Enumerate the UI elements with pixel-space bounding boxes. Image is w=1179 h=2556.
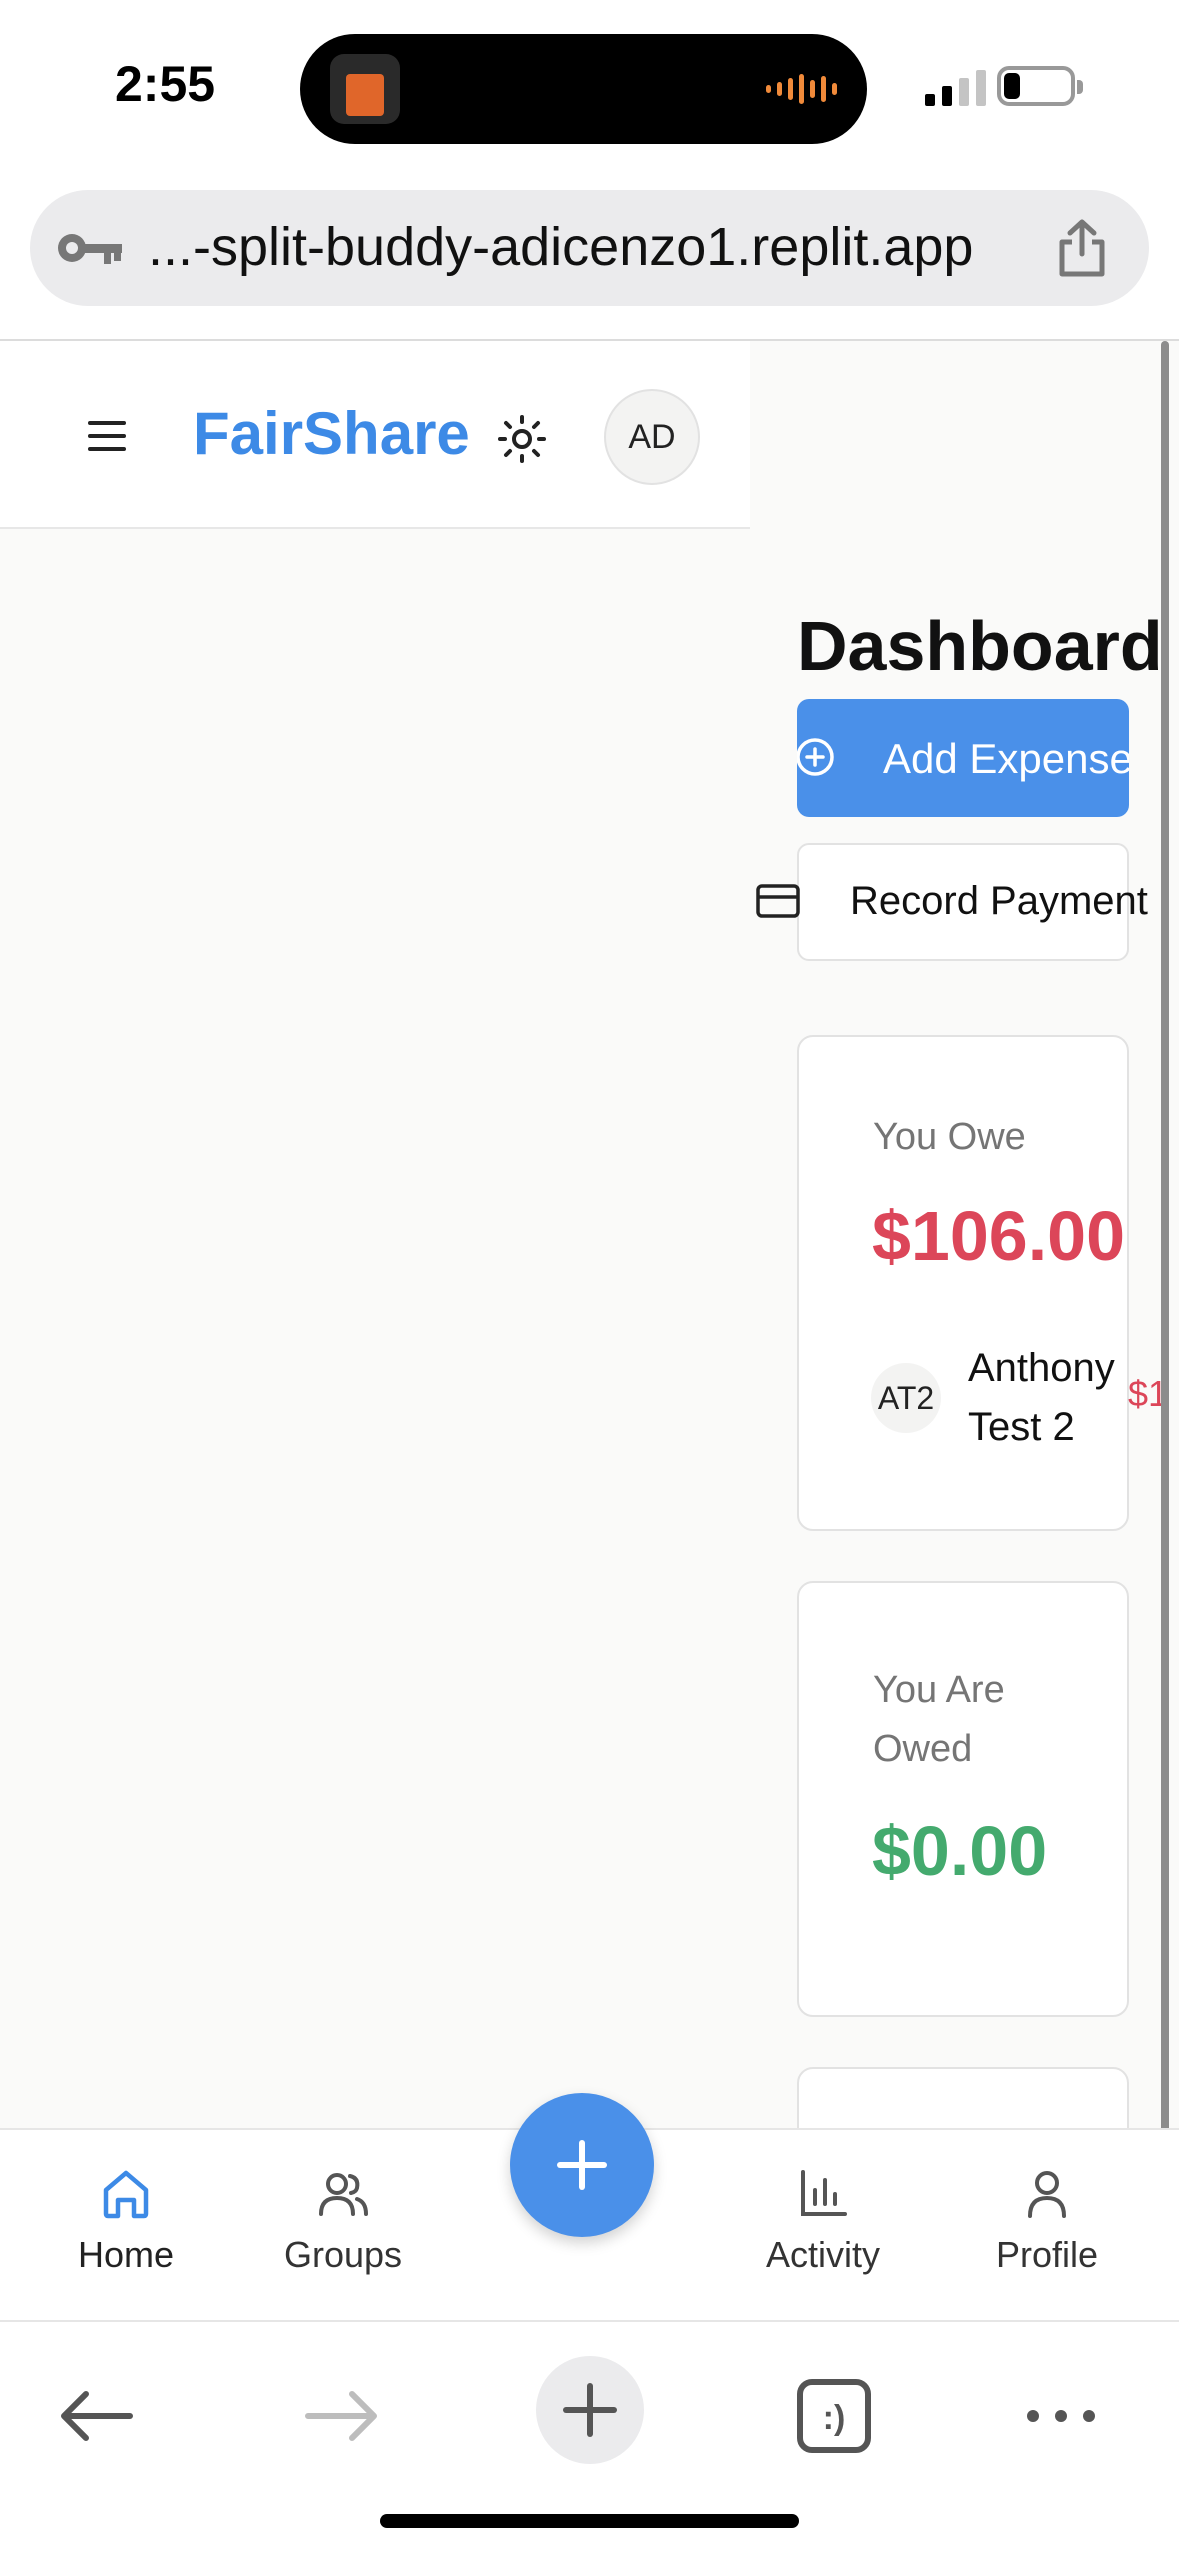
plus-circle-icon: [797, 738, 834, 776]
brand-logo[interactable]: FairShare: [193, 399, 470, 468]
you-are-owed-label: You Are Owed: [873, 1669, 1005, 1770]
audio-waveform-icon: [766, 72, 837, 106]
nav-home[interactable]: Home: [26, 2164, 226, 2304]
bar-chart-icon: [801, 2170, 847, 2216]
back-arrow-icon[interactable]: [46, 2366, 146, 2466]
next-card: [797, 2067, 1129, 2130]
user-icon: [1028, 2171, 1066, 2218]
nav-activity-label: Activity: [765, 2234, 880, 2275]
status-bar: 2:55: [0, 0, 1179, 170]
add-expense-label: Add Expense: [883, 735, 1129, 782]
app-header: FairShare AD: [0, 341, 750, 529]
nav-home-label: Home: [77, 2234, 175, 2275]
status-time: 2:55: [115, 56, 216, 112]
home-indicator: [380, 2514, 799, 2528]
key-icon[interactable]: [54, 224, 126, 272]
add-floating-button[interactable]: [510, 2093, 654, 2237]
url-text[interactable]: ...-split-buddy-adicenzo1.replit.app: [148, 216, 973, 278]
nav-profile-label: Profile: [995, 2234, 1099, 2275]
nav-groups[interactable]: Groups: [243, 2164, 443, 2304]
page-title: Dashboard: [797, 607, 1163, 685]
you-owe-label: You Owe: [873, 1116, 1026, 1158]
home-icon: [103, 2170, 149, 2219]
plus-icon: [563, 2383, 617, 2437]
more-icon[interactable]: [1011, 2366, 1111, 2466]
share-icon[interactable]: [1055, 218, 1109, 278]
plus-icon: [557, 2140, 607, 2190]
debtor-name[interactable]: Anthony Test 2: [968, 1339, 1148, 1457]
battery-icon: [997, 66, 1083, 106]
user-avatar-button[interactable]: AD: [604, 389, 700, 485]
nav-activity[interactable]: Activity: [723, 2164, 923, 2304]
tabs-icon[interactable]: :): [784, 2366, 884, 2466]
nav-profile[interactable]: Profile: [947, 2164, 1147, 2304]
you-owe-amount: $106.00: [872, 1197, 1126, 1275]
forward-arrow-icon[interactable]: [292, 2366, 392, 2466]
you-are-owed-amount: $0.00: [872, 1812, 1048, 1890]
sun-icon[interactable]: [496, 413, 548, 465]
page-scrollbar[interactable]: [1161, 341, 1169, 2130]
users-icon: [319, 2173, 368, 2216]
tabs-glyph: :): [823, 2399, 846, 2437]
new-tab-button[interactable]: [536, 2356, 644, 2464]
now-playing-artwork: [330, 54, 400, 124]
record-payment-label: Record Payment: [850, 879, 1148, 923]
page-viewport: FairShare AD Dashboard Add Expense Recor…: [0, 341, 1179, 2130]
cellular-signal-icon: [925, 70, 986, 106]
you-are-owed-card: [797, 1581, 1129, 2017]
credit-card-icon: [756, 884, 800, 918]
debtor-avatar: AT2: [871, 1363, 941, 1433]
add-expense-button[interactable]: Add Expense: [797, 699, 1129, 817]
nav-groups-label: Groups: [283, 2234, 403, 2275]
dynamic-island[interactable]: [300, 34, 867, 144]
menu-icon[interactable]: [88, 421, 128, 451]
address-bar[interactable]: ...-split-buddy-adicenzo1.replit.app: [30, 190, 1149, 306]
